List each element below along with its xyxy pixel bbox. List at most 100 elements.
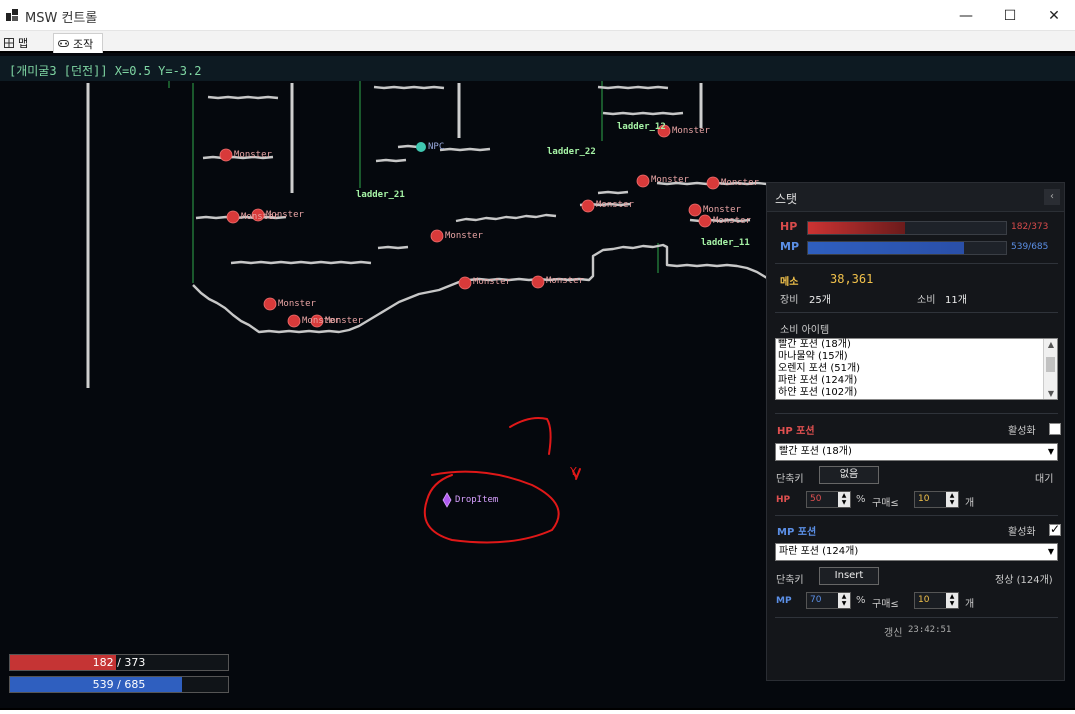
monster-label: Monster: [445, 231, 483, 241]
chevron-down-icon: ▼: [1047, 447, 1054, 456]
monster-label: Monster: [278, 299, 316, 309]
mp-stat-value: 539/685: [1011, 242, 1049, 252]
drop-item-label: DropItem: [455, 495, 499, 505]
maximize-button[interactable]: ☐: [987, 0, 1033, 31]
divider: [775, 413, 1058, 414]
drop-item-icon[interactable]: [442, 492, 452, 508]
gamepad-icon: [58, 40, 69, 47]
stepper-icon[interactable]: ▲ ▼: [946, 593, 958, 608]
consume-items-label: 소비 아이템: [780, 325, 830, 336]
bottom-edge: [0, 708, 1075, 714]
hp-buy-input[interactable]: 10 ▲ ▼: [914, 491, 959, 508]
percent-sign: %: [856, 595, 866, 606]
mp-potion-title: MP 포션: [777, 527, 817, 538]
consume-items-list[interactable]: 빨간 포션 (18개) 마나물약 (15개) 오렌지 포션 (51개) 파란 포…: [775, 338, 1058, 400]
ladder-label: ladder_21: [356, 190, 405, 200]
monster-label: Monster: [672, 126, 710, 136]
mp-stat-track: [807, 241, 1007, 255]
mp-bar-text: 539 / 685: [92, 678, 146, 691]
npc-marker[interactable]: [416, 142, 426, 152]
stats-panel: 스탯 ‹ HP 182/373 MP 539/685 메소 38,361 장비 …: [766, 182, 1065, 681]
hp-buy-label: 구매≤: [872, 498, 899, 509]
close-button[interactable]: ✕: [1031, 0, 1075, 31]
divider: [775, 312, 1058, 313]
mp-potion-select[interactable]: 파란 포션 (124개) ▼: [775, 543, 1058, 561]
list-item[interactable]: 마나물약 (15개): [776, 351, 1057, 363]
annotation-mark: Y: [570, 465, 577, 478]
hp-potion-selected: 빨간 포션 (18개): [779, 446, 852, 457]
mp-hotkey-label: 단축키: [776, 575, 804, 586]
percent-sign: %: [856, 494, 866, 505]
npc-label: NPC: [428, 142, 445, 152]
hp-stat-label: HP: [780, 220, 798, 233]
mp-potion-selected: 파란 포션 (124개): [779, 546, 859, 557]
divider: [775, 263, 1058, 264]
hp-hotkey-button[interactable]: 없음: [819, 466, 879, 484]
stepper-icon[interactable]: ▲ ▼: [946, 492, 958, 507]
equip-value: 25개: [809, 295, 831, 306]
updated-time: 23:42:51: [908, 625, 952, 635]
monster-label: Monster: [713, 216, 751, 226]
mp-hotkey-button[interactable]: Insert: [819, 567, 879, 585]
mp-stat-fill: [808, 242, 964, 254]
chevron-down-icon: ▼: [1047, 547, 1054, 556]
hp-activate-checkbox[interactable]: [1049, 423, 1061, 435]
minimize-button[interactable]: —: [943, 0, 989, 31]
stepper-icon[interactable]: ▲ ▼: [838, 492, 850, 507]
hp-potion-title: HP 포션: [777, 426, 815, 437]
window-title: MSW 컨트롤: [25, 11, 98, 26]
list-item[interactable]: 하얀 포션 (102개): [776, 387, 1057, 399]
monster-label: Monster: [721, 178, 759, 188]
hp-bar-text: 182 / 373: [92, 656, 146, 669]
mp-bar: 539 / 685: [9, 676, 229, 693]
monster-label: Monster: [651, 175, 689, 185]
scroll-thumb[interactable]: [1046, 357, 1055, 372]
collapse-icon[interactable]: ‹: [1044, 189, 1060, 205]
hp-activate-label: 활성화: [1008, 426, 1036, 437]
list-item[interactable]: 빨간 포션 (18개): [776, 339, 1057, 351]
tab-map[interactable]: 맵: [0, 33, 48, 53]
updated-label: 갱신: [884, 628, 903, 639]
list-scrollbar[interactable]: ▲ ▼: [1043, 339, 1057, 399]
meso-label: 메소: [780, 277, 799, 288]
ladder-label: ladder_11: [701, 238, 750, 248]
tab-bar: 맵 조작: [0, 31, 1075, 53]
hp-potion-select[interactable]: 빨간 포션 (18개) ▼: [775, 443, 1058, 461]
mp-activate-checkbox[interactable]: [1049, 522, 1061, 536]
meso-value: 38,361: [830, 272, 874, 286]
scroll-up-icon[interactable]: ▲: [1044, 340, 1058, 349]
stepper-icon[interactable]: ▲ ▼: [838, 593, 850, 608]
mp-buy-input[interactable]: 10 ▲ ▼: [914, 592, 959, 609]
scroll-down-icon[interactable]: ▼: [1044, 389, 1058, 398]
unit-label: 개: [965, 599, 975, 610]
mp-buy-value: 10: [918, 595, 930, 605]
unit-label: 개: [965, 498, 975, 509]
mp-buy-label: 구매≤: [872, 599, 899, 610]
mp-threshold-input[interactable]: 70 ▲ ▼: [806, 592, 851, 609]
mp-stat-label: MP: [780, 240, 800, 253]
tab-control[interactable]: 조작: [53, 33, 103, 53]
hp-threshold-value: 50: [810, 494, 822, 504]
app-icon: [6, 9, 18, 21]
list-item[interactable]: 파란 포션 (124개): [776, 375, 1057, 387]
monster-label: Monster: [473, 277, 511, 287]
monster-label: Monster: [596, 200, 634, 210]
ladder-label: ladder_12: [617, 122, 666, 132]
divider: [775, 515, 1058, 516]
mp-threshold-label: MP: [776, 596, 792, 606]
ladder-label: ladder_22: [547, 147, 596, 157]
list-item[interactable]: 오렌지 포션 (51개): [776, 363, 1057, 375]
mp-potion-state: 정상 (124개): [995, 575, 1053, 586]
map-icon: [4, 38, 14, 48]
hp-threshold-input[interactable]: 50 ▲ ▼: [806, 491, 851, 508]
equip-label: 장비: [780, 295, 799, 306]
hp-bar: 182 / 373: [9, 654, 229, 671]
monster-label: Monster: [546, 276, 584, 286]
hp-stat-fill: [808, 222, 905, 234]
hp-buy-value: 10: [918, 494, 930, 504]
hp-stat-value: 182/373: [1011, 222, 1049, 232]
stats-panel-header: 스탯 ‹: [767, 183, 1064, 212]
hp-stat-track: [807, 221, 1007, 235]
consume-value: 11개: [945, 295, 967, 306]
tab-control-label: 조작: [73, 37, 94, 51]
